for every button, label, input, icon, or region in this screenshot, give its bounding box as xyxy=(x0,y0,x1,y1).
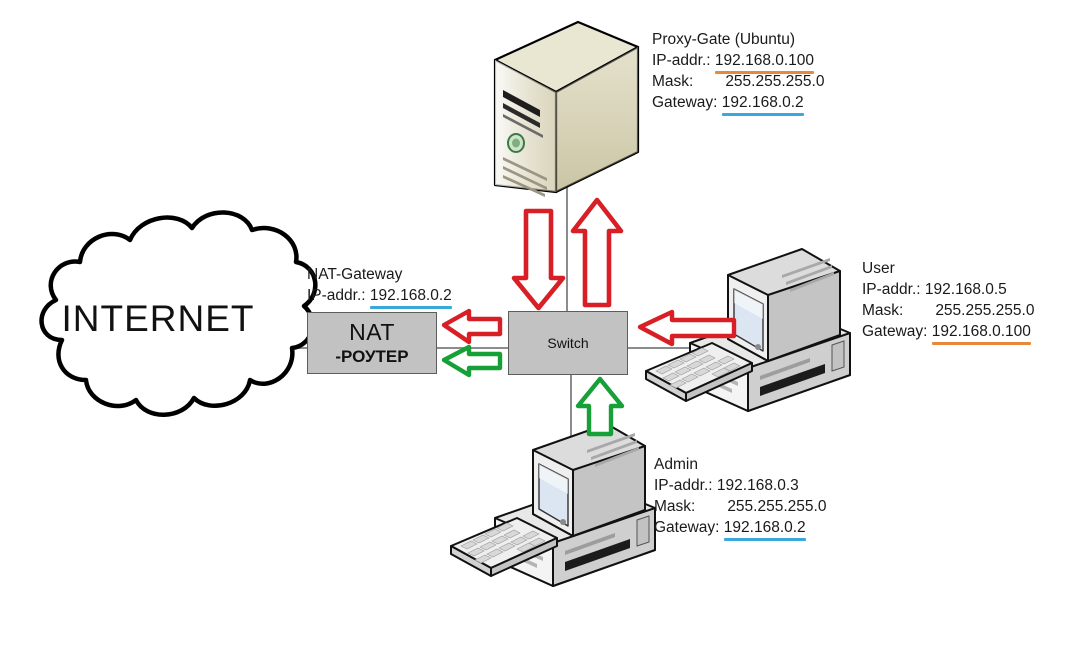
wire-nat-to-switch xyxy=(436,347,510,349)
user-info: User IP-addr.: 192.168.0.5 Mask: 255.255… xyxy=(862,258,1034,345)
switch-to-nat-red-arrow xyxy=(441,308,503,345)
switch-to-nat-green-arrow xyxy=(441,344,503,378)
switch-label: Switch xyxy=(547,335,589,351)
admin-ip-label: IP-addr.: xyxy=(654,477,713,494)
user-mask-label: Mask: xyxy=(862,302,904,319)
nat-router-box[interactable]: NAT -РОУТЕР xyxy=(307,312,437,374)
proxy-gate-gateway-row: Gateway: 192.168.0.2 xyxy=(652,92,824,116)
nat-router-label-line1: NAT xyxy=(349,319,395,345)
user-mask-row: Mask: 255.255.255.0 xyxy=(862,300,1034,321)
proxy-gate-ip-value: 192.168.0.100 xyxy=(714,52,815,74)
proxy-gate-info: Proxy-Gate (Ubuntu) IP-addr.: 192.168.0.… xyxy=(652,29,824,116)
user-title: User xyxy=(862,260,895,277)
admin-gateway-row: Gateway: 192.168.0.2 xyxy=(654,517,826,541)
admin-info: Admin IP-addr.: 192.168.0.3 Mask: 255.25… xyxy=(654,454,826,541)
proxy-gate-mask-label: Mask: xyxy=(652,73,694,90)
admin-mask-value: 255.255.255.0 xyxy=(727,498,827,515)
admin-gateway-label: Gateway: xyxy=(654,519,720,536)
nat-gateway-ip-row: IP-addr.: 192.168.0.2 xyxy=(307,285,452,309)
proxy-gate-ip-row: IP-addr.: 192.168.0.100 xyxy=(652,50,824,74)
user-mask-value: 255.255.255.0 xyxy=(935,302,1035,319)
internet-cloud-label: INTERNET xyxy=(61,298,255,339)
proxy-gate-ip-label: IP-addr.: xyxy=(652,52,711,69)
user-gateway-row: Gateway: 192.168.0.100 xyxy=(862,321,1034,345)
admin-gateway-value: 192.168.0.2 xyxy=(723,519,806,541)
proxy-gate-gateway-value: 192.168.0.2 xyxy=(721,94,804,116)
user-ip-value: 192.168.0.5 xyxy=(924,281,1007,298)
wire-switch-to-user xyxy=(626,347,742,349)
admin-mask-label: Mask: xyxy=(654,498,696,515)
wire-switch-to-admin xyxy=(570,373,572,455)
admin-ip-value: 192.168.0.3 xyxy=(716,477,799,494)
proxy-gate-mask-value: 255.255.255.0 xyxy=(725,73,825,90)
admin-mask-row: Mask: 255.255.255.0 xyxy=(654,496,826,517)
admin-to-switch-arrow xyxy=(575,376,625,437)
switch-box[interactable]: Switch xyxy=(508,311,628,375)
user-ip-row: IP-addr.: 192.168.0.5 xyxy=(862,279,1034,300)
admin-ip-row: IP-addr.: 192.168.0.3 xyxy=(654,475,826,496)
network-diagram-canvas: INTERNET NAT-Gateway IP-addr.: 192.168.0… xyxy=(0,0,1074,647)
user-gateway-label: Gateway: xyxy=(862,323,928,340)
user-to-switch-arrow xyxy=(637,309,737,347)
wire-server-to-switch xyxy=(566,178,568,314)
nat-gateway-info: NAT-Gateway IP-addr.: 192.168.0.2 xyxy=(307,264,452,309)
wire-cloud-to-nat xyxy=(258,347,310,349)
nat-gateway-title: NAT-Gateway xyxy=(307,266,403,283)
proxy-gate-title: Proxy-Gate (Ubuntu) xyxy=(652,31,795,48)
admin-title: Admin xyxy=(654,456,698,473)
proxy-gate-gateway-label: Gateway: xyxy=(652,94,718,111)
proxy-gate-mask-row: Mask: 255.255.255.0 xyxy=(652,71,824,92)
nat-gateway-ip-value: 192.168.0.2 xyxy=(369,287,452,309)
nat-router-label-line2: -РОУТЕР xyxy=(335,347,409,366)
server-downstream-arrow xyxy=(511,208,566,311)
user-gateway-value: 192.168.0.100 xyxy=(931,323,1032,345)
nat-gateway-ip-label: IP-addr.: xyxy=(307,287,366,304)
server-upstream-arrow xyxy=(570,197,624,308)
user-ip-label: IP-addr.: xyxy=(862,281,921,298)
